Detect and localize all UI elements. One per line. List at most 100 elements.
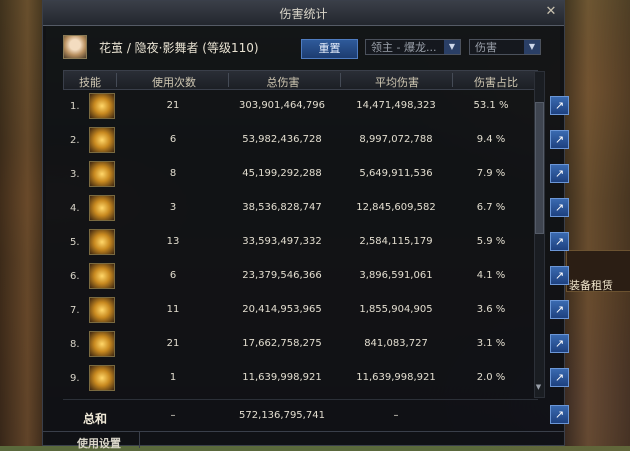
stat-type-select-value: 伤害 xyxy=(475,41,497,54)
share-icon[interactable]: ↗ xyxy=(550,368,569,387)
row-index: 6. xyxy=(70,271,80,282)
background-tree-left xyxy=(0,0,46,446)
table-row: 2. 6 53,982,436,728 8,997,072,788 9.4 % … xyxy=(63,124,569,158)
column-skill: 技能 xyxy=(79,76,101,89)
use-count: 13 xyxy=(166,236,180,247)
row-index: 8. xyxy=(70,339,80,350)
average-damage: 11,639,998,921 xyxy=(356,372,436,383)
total-row: 总和 – 572,136,795,741 – ↗ xyxy=(63,399,569,430)
total-count: – xyxy=(170,410,176,421)
bottom-bar: 使用设置 xyxy=(43,431,564,451)
boss-select[interactable]: 领主 - 爆龙... ▼ xyxy=(365,39,461,55)
damage-share: 4.1 % xyxy=(476,270,506,281)
close-icon[interactable]: ✕ xyxy=(544,5,558,19)
window-titlebar[interactable]: 伤害统计 ✕ xyxy=(43,1,564,26)
skill-icon xyxy=(89,161,115,187)
use-count: 21 xyxy=(166,338,180,349)
total-damage: 17,662,758,275 xyxy=(242,338,322,349)
skill-icon xyxy=(89,263,115,289)
skill-icon xyxy=(89,229,115,255)
column-divider xyxy=(340,73,341,87)
table-row: 3. 8 45,199,292,288 5,649,911,536 7.9 % … xyxy=(63,158,569,192)
total-damage: 53,982,436,728 xyxy=(242,134,322,145)
share-icon[interactable]: ↗ xyxy=(550,232,569,251)
scroll-down-icon[interactable]: ▼ xyxy=(534,383,543,393)
reset-button[interactable]: 重置 xyxy=(301,39,358,59)
share-icon[interactable]: ↗ xyxy=(550,300,569,319)
average-damage: 841,083,727 xyxy=(364,338,428,349)
damage-share: 2.0 % xyxy=(476,372,506,383)
total-damage: 38,536,828,747 xyxy=(242,202,322,213)
row-index: 9. xyxy=(70,373,80,384)
stat-type-select[interactable]: 伤害 ▼ xyxy=(469,39,541,55)
character-name: 花茧 / 隐夜·影舞者 (等级110) xyxy=(99,41,259,55)
use-count: 3 xyxy=(169,202,177,213)
share-icon[interactable]: ↗ xyxy=(550,130,569,149)
column-avg: 平均伤害 xyxy=(375,76,419,89)
column-pct: 伤害占比 xyxy=(474,76,518,89)
damage-share: 9.4 % xyxy=(476,134,506,145)
average-damage: 14,471,498,323 xyxy=(356,100,436,111)
window-title: 伤害统计 xyxy=(279,7,328,21)
row-index: 3. xyxy=(70,169,80,180)
row-index: 5. xyxy=(70,237,80,248)
share-icon[interactable]: ↗ xyxy=(550,266,569,285)
share-icon[interactable]: ↗ xyxy=(550,198,569,217)
total-damage: 20,414,953,965 xyxy=(242,304,322,315)
share-icon[interactable]: ↗ xyxy=(550,405,569,424)
table-row: 9. 1 11,639,998,921 11,639,998,921 2.0 %… xyxy=(63,362,569,396)
skill-icon xyxy=(89,195,115,221)
share-icon[interactable]: ↗ xyxy=(550,164,569,183)
use-count: 8 xyxy=(169,168,177,179)
background-tree-right xyxy=(560,0,630,446)
row-index: 1. xyxy=(70,101,80,112)
total-average: – xyxy=(393,410,399,421)
total-damage: 45,199,292,288 xyxy=(242,168,322,179)
total-damage: 11,639,998,921 xyxy=(242,372,322,383)
use-count: 6 xyxy=(169,134,177,145)
damage-share: 5.9 % xyxy=(476,236,506,247)
average-damage: 5,649,911,536 xyxy=(359,168,433,179)
total-damage: 23,379,546,366 xyxy=(242,270,322,281)
average-damage: 1,855,904,905 xyxy=(359,304,433,315)
share-icon[interactable]: ↗ xyxy=(550,334,569,353)
table-row: 7. 11 20,414,953,965 1,855,904,905 3.6 %… xyxy=(63,294,569,328)
average-damage: 8,997,072,788 xyxy=(359,134,433,145)
total-damage: 303,901,464,796 xyxy=(239,100,325,111)
boss-select-value: 领主 - 爆龙... xyxy=(371,41,437,54)
average-damage: 3,896,591,061 xyxy=(359,270,433,281)
skill-icon xyxy=(89,297,115,323)
damage-share: 7.9 % xyxy=(476,168,506,179)
column-total: 总伤害 xyxy=(266,76,300,89)
scrollbar-thumb[interactable] xyxy=(535,102,544,234)
use-count: 6 xyxy=(169,270,177,281)
average-damage: 2,584,115,179 xyxy=(359,236,433,247)
table-row: 4. 3 38,536,828,747 12,845,609,582 6.7 %… xyxy=(63,192,569,226)
column-divider xyxy=(116,73,117,87)
column-divider xyxy=(452,73,453,87)
skill-icon xyxy=(89,331,115,357)
share-icon[interactable]: ↗ xyxy=(550,96,569,115)
skill-icon xyxy=(89,93,115,119)
damage-share: 53.1 % xyxy=(473,100,509,111)
table-scrollbar[interactable] xyxy=(534,71,545,398)
use-count: 11 xyxy=(166,304,180,315)
skill-icon xyxy=(89,365,115,391)
chevron-down-icon: ▼ xyxy=(444,40,460,54)
shop-sign-text: 装备租赁 xyxy=(569,279,613,292)
total-label: 总和 xyxy=(83,412,108,426)
character-avatar xyxy=(63,35,87,59)
table-row: 5. 13 33,593,497,332 2,584,115,179 5.9 %… xyxy=(63,226,569,260)
average-damage: 12,845,609,582 xyxy=(356,202,436,213)
usage-settings-label[interactable]: 使用设置 xyxy=(77,435,121,451)
skill-icon xyxy=(89,127,115,153)
damage-share: 6.7 % xyxy=(476,202,506,213)
table-row: 1. 21 303,901,464,796 14,471,498,323 53.… xyxy=(63,90,569,124)
damage-share: 3.1 % xyxy=(476,338,506,349)
background-shop-sign: 装备租赁 xyxy=(566,250,630,292)
damage-share: 3.6 % xyxy=(476,304,506,315)
damage-stats-window: 伤害统计 ✕ 花茧 / 隐夜·影舞者 (等级110) 重置 领主 - 爆龙...… xyxy=(42,0,569,451)
table-header: 技能 使用次数 总伤害 平均伤害 伤害占比 xyxy=(63,70,538,90)
row-index: 2. xyxy=(70,135,80,146)
use-count: 1 xyxy=(169,372,177,383)
